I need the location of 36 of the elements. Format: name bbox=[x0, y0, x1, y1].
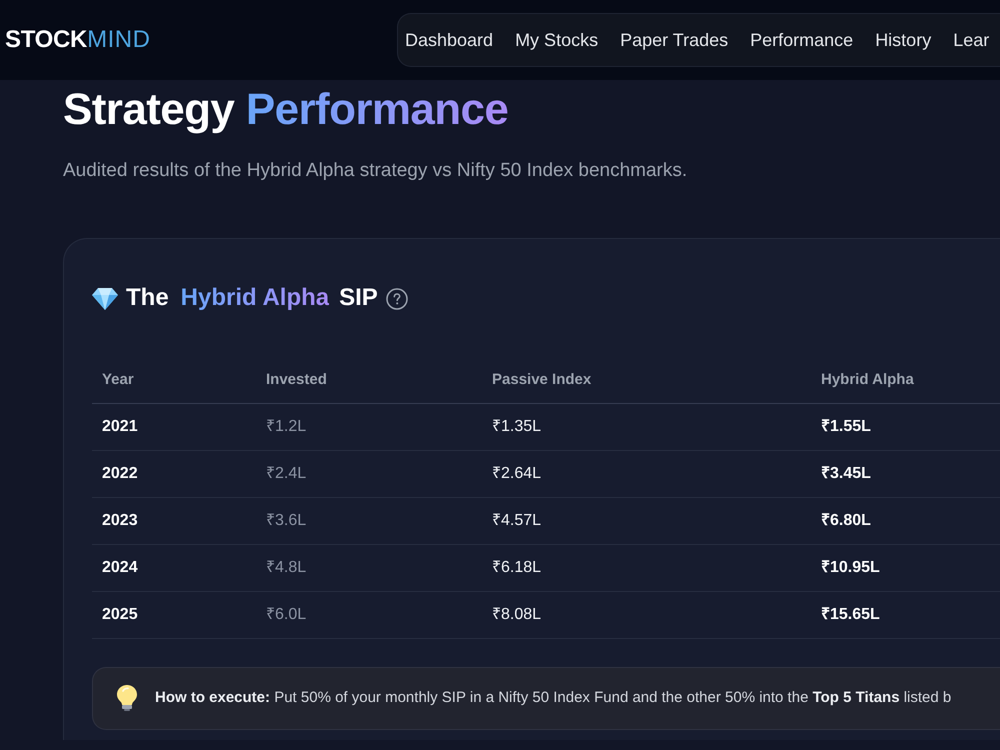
table-cell: ₹2.4L bbox=[256, 450, 482, 498]
table-cell: ₹8.08L bbox=[482, 591, 811, 638]
nav-link[interactable]: My Stocks bbox=[515, 26, 598, 54]
table-cell: ₹1.2L bbox=[256, 403, 482, 450]
table-cell: ₹6.18L bbox=[482, 544, 811, 592]
nav-link[interactable]: Lear bbox=[953, 26, 990, 54]
column-header: Year bbox=[92, 357, 256, 404]
logo[interactable]: STOCKMIND bbox=[5, 22, 150, 58]
nav-link[interactable]: Performance bbox=[750, 26, 854, 54]
table-cell: ₹2.64L bbox=[482, 450, 811, 498]
column-header: Hybrid Alpha bbox=[811, 357, 1000, 404]
table-cell: ₹3.6L bbox=[256, 497, 482, 544]
help-icon[interactable] bbox=[386, 288, 408, 310]
table-cell: 2022 bbox=[92, 450, 256, 498]
table-cell: ₹1.35L bbox=[482, 403, 811, 450]
table-cell: ₹15.65L bbox=[811, 591, 1000, 638]
diamond-icon bbox=[92, 288, 118, 310]
tip-text: How to execute: Put 50% of your monthly SIP in a Nifty 50 Index Fund and the other 50% into the Top 5 Titans listed b bbox=[155, 688, 952, 708]
table-cell: 2024 bbox=[92, 544, 256, 592]
light-bulb-icon bbox=[117, 685, 137, 712]
column-header: Invested bbox=[256, 357, 482, 404]
column-header: Passive Index bbox=[482, 357, 811, 404]
table-cell: 2025 bbox=[92, 591, 256, 638]
table-cell: ₹4.57L bbox=[482, 497, 811, 544]
nav-link[interactable]: History bbox=[875, 26, 932, 54]
nav-link[interactable]: Paper Trades bbox=[620, 26, 728, 54]
table-cell: ₹10.95L bbox=[811, 544, 1000, 592]
table-cell: ₹6.80L bbox=[811, 497, 1000, 544]
table-cell: ₹1.55L bbox=[811, 403, 1000, 450]
nav-link[interactable]: Dashboard bbox=[405, 26, 494, 54]
table-cell: ₹4.8L bbox=[256, 544, 482, 592]
table-cell: ₹3.45L bbox=[811, 450, 1000, 498]
page-subtitle: Audited results of the Hybrid Alpha strategy vs Nifty 50 Index benchmarks. bbox=[63, 158, 688, 183]
table-cell: 2023 bbox=[92, 497, 256, 544]
table-cell: 2021 bbox=[92, 403, 256, 450]
table-cell: ₹6.0L bbox=[256, 591, 482, 638]
